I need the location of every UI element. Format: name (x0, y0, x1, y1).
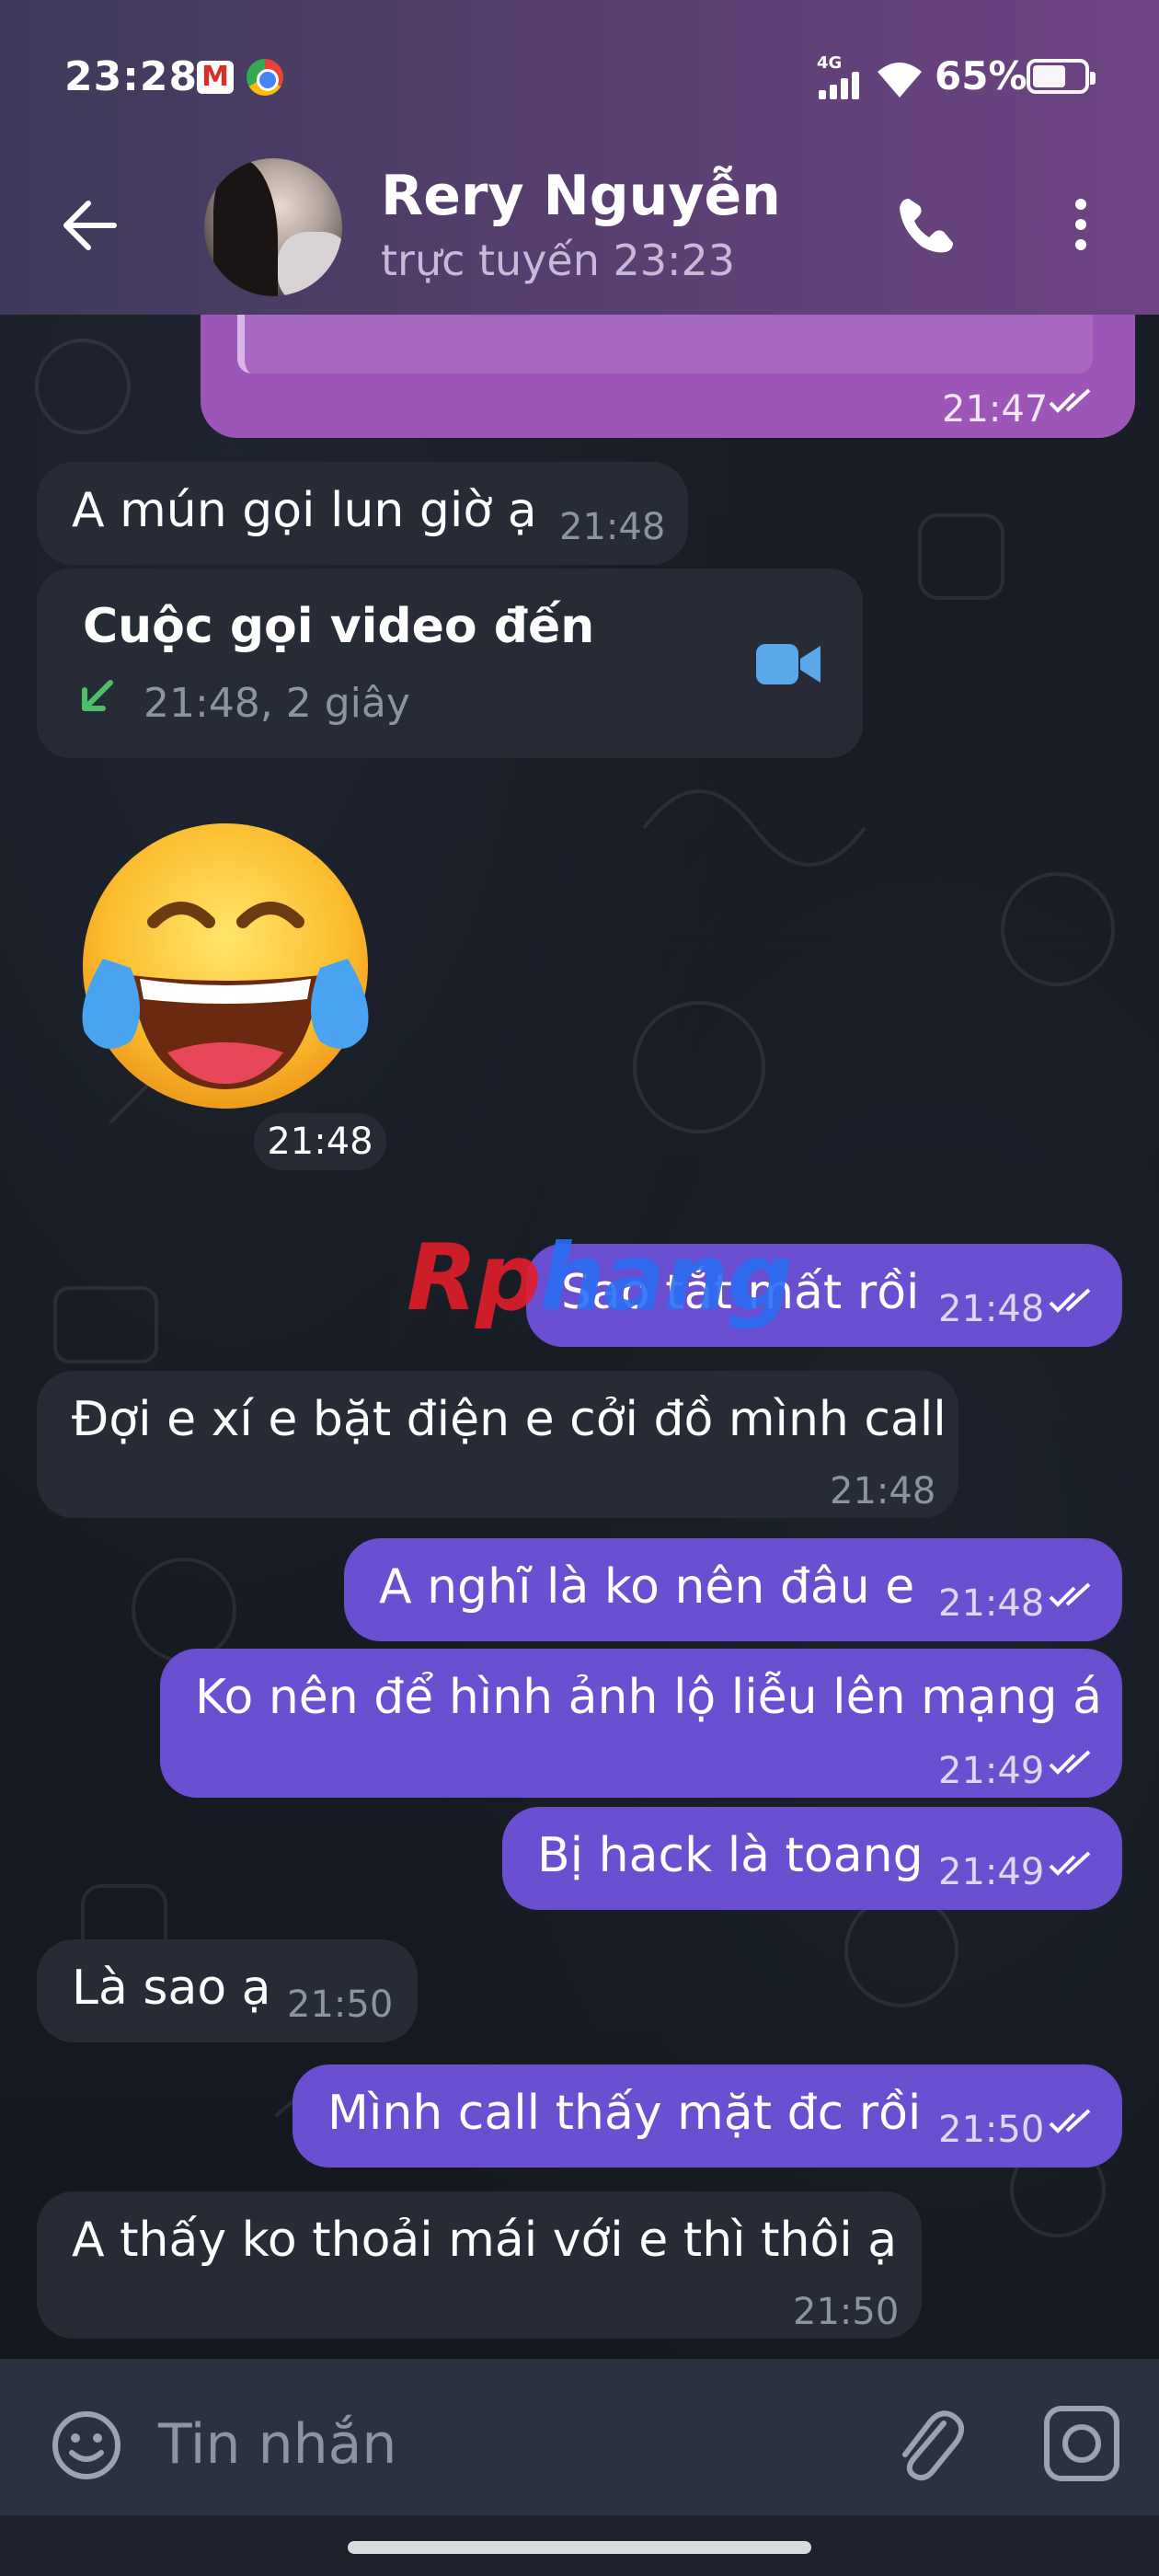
attachment-icon[interactable] (892, 2403, 966, 2486)
read-ticks-icon (1049, 1851, 1091, 1876)
message-time: 21:50 (287, 1984, 394, 2026)
video-call-bubble[interactable]: Cuộc gọi video đến 21:48, 2 giây (37, 569, 863, 758)
read-ticks-icon (1049, 1288, 1091, 1313)
message-time: 21:50 (793, 2291, 900, 2333)
emoji-icon[interactable] (50, 2409, 123, 2482)
chrome-notification-icon (247, 59, 283, 96)
status-bar: 23:28 M 4G 65% (0, 0, 1159, 156)
message-time: 21:48 (938, 1582, 1045, 1625)
sticker-time: 21:48 (254, 1113, 386, 1170)
watermark-logo: Rphang (407, 1224, 793, 1331)
message-text: Bị hack là toang (537, 1828, 924, 1883)
read-ticks-icon (1049, 1582, 1091, 1607)
battery-level (1033, 65, 1065, 87)
message-text: Ko nên để hình ảnh lộ liễu lên mạng á (195, 1670, 1102, 1725)
call-detail: 21:48, 2 giây (143, 680, 410, 727)
contact-status: trực tuyến 23:23 (381, 236, 736, 285)
chat-header: 23:28 M 4G 65% Rery Nguyễn trực tuyến 23… (0, 0, 1159, 315)
contact-avatar[interactable] (204, 158, 342, 296)
back-arrow-icon[interactable] (57, 193, 121, 258)
watermark-part1: Rp (407, 1224, 542, 1331)
phone-call-icon[interactable] (894, 193, 958, 258)
video-camera-icon[interactable] (754, 640, 822, 688)
message-text: A nghĩ là ko nên đâu e (379, 1559, 915, 1615)
message-bubble-outgoing[interactable]: Bị hack là toang 21:49 (502, 1807, 1122, 1910)
message-bubble-outgoing[interactable]: A nghĩ là ko nên đâu e 21:48 (344, 1538, 1122, 1641)
message-time: 21:48 (830, 1470, 936, 1512)
signal-icon (819, 72, 863, 99)
read-ticks-icon (1049, 1750, 1091, 1775)
camera-icon[interactable] (1043, 2405, 1120, 2482)
battery-percent: 65% (935, 53, 1027, 98)
wifi-icon (878, 63, 922, 98)
system-nav-bar (0, 2515, 1159, 2576)
message-list[interactable]: 21:47 A mún gọi lun giờ ạ 21:48 Cuộc gọi… (0, 315, 1159, 2359)
clock: 23:28 (64, 53, 199, 100)
message-text: Mình call thấy mặt đc rồi (327, 2086, 922, 2141)
contact-name[interactable]: Rery Nguyễn (381, 164, 781, 228)
message-time: 21:48 (559, 506, 666, 548)
message-bubble-outgoing[interactable]: Ko nên để hình ảnh lộ liễu lên mạng á 21… (160, 1649, 1122, 1798)
message-input[interactable]: Tin nhắn (158, 2412, 396, 2477)
message-text: A mún gọi lun giờ ạ (72, 483, 537, 538)
read-ticks-icon (1049, 2109, 1091, 2133)
message-bubble-incoming[interactable]: Đợi e xí e bặt điện e cởi đồ mình call 2… (37, 1371, 958, 1518)
message-input-bar: Tin nhắn (0, 2359, 1159, 2515)
message-time: 21:49 (938, 1750, 1045, 1792)
incoming-call-arrow-icon (82, 680, 113, 711)
read-ticks-icon (1049, 388, 1091, 413)
message-time: 21:50 (938, 2109, 1045, 2151)
network-type: 4G (817, 53, 843, 73)
more-menu-icon[interactable] (1067, 193, 1095, 258)
media-preview[interactable] (237, 315, 1093, 374)
message-text: A thấy ko thoải mái với e thì thôi ạ (72, 2213, 898, 2268)
home-gesture-handle[interactable] (348, 2541, 811, 2554)
message-bubble-incoming[interactable]: Là sao ạ 21:50 (37, 1939, 418, 2042)
battery-icon (1027, 59, 1096, 94)
laughing-tears-emoji-sticker[interactable] (66, 811, 384, 1130)
message-time: 21:48 (938, 1288, 1045, 1330)
message-text: Đợi e xí e bặt điện e cởi đồ mình call (72, 1392, 947, 1447)
watermark-part2: hang (539, 1224, 793, 1331)
message-bubble-incoming[interactable]: A mún gọi lun giờ ạ 21:48 (37, 462, 688, 565)
message-bubble-outgoing[interactable]: Mình call thấy mặt đc rồi 21:50 (293, 2064, 1122, 2168)
message-bubble-outgoing[interactable]: 21:47 (201, 315, 1135, 438)
message-text: Là sao ạ (72, 1961, 271, 2016)
message-bubble-incoming[interactable]: A thấy ko thoải mái với e thì thôi ạ 21:… (37, 2191, 922, 2339)
gmail-notification-icon: M (197, 61, 234, 94)
call-title: Cuộc gọi video đến (83, 599, 595, 654)
message-time: 21:47 (942, 388, 1049, 431)
message-time: 21:49 (938, 1851, 1045, 1893)
